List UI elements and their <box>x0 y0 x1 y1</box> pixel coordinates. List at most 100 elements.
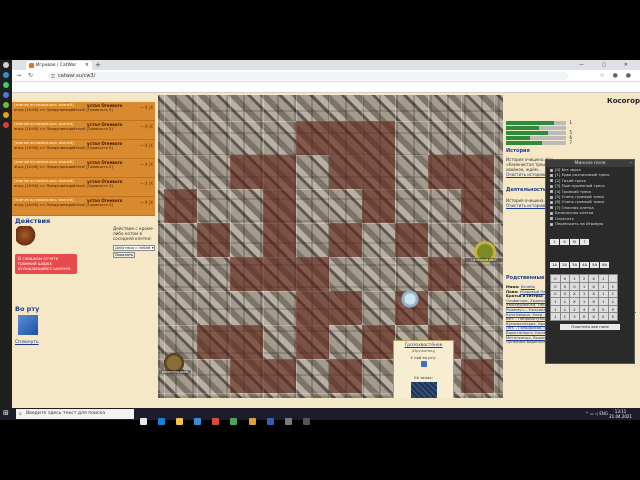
clear-activity-link[interactable]: Очистить историю <box>506 203 545 208</box>
radio-button[interactable] <box>550 190 553 194</box>
grid-cell[interactable]: 1 <box>550 312 561 322</box>
app-icon[interactable] <box>3 102 9 108</box>
field-cell[interactable] <box>263 223 296 257</box>
grid-cell[interactable]: X <box>588 304 599 314</box>
preset-button[interactable]: 1А <box>550 262 560 269</box>
field-cell[interactable] <box>230 325 263 359</box>
grid-cell[interactable]: 4 <box>578 304 590 314</box>
grid-cell[interactable]: 0 <box>559 282 571 291</box>
log-actions[interactable]: — Х |Х <box>140 181 153 186</box>
log-actions[interactable]: — Х |Х <box>140 105 153 110</box>
field-cell[interactable] <box>428 155 461 189</box>
log-actions[interactable]: — Х |Х <box>140 162 153 167</box>
grid-cell[interactable]: X <box>588 289 599 299</box>
grid-cell[interactable]: 5 <box>597 304 609 314</box>
grid-cell[interactable]: 5 <box>607 312 619 322</box>
log-actions[interactable]: — Х |Х <box>140 124 153 129</box>
field-cell[interactable] <box>428 257 461 291</box>
show-button[interactable]: Показать <box>113 252 135 258</box>
grid-cell[interactable]: X <box>588 297 599 306</box>
radio-button[interactable] <box>550 179 553 183</box>
field-cell[interactable] <box>296 257 329 291</box>
clear-field-button[interactable]: Очистить все поле <box>560 324 620 331</box>
close-tab-icon[interactable]: × <box>85 61 89 70</box>
address-input[interactable]: ⚿ catwar.su/cw3/ <box>48 72 568 80</box>
preset-button[interactable]: 4А <box>580 262 590 269</box>
app-icon[interactable] <box>3 122 9 128</box>
grid-cell[interactable]: X <box>578 312 590 322</box>
radio-button[interactable] <box>550 211 553 215</box>
grid-cell[interactable]: 1 <box>578 297 590 306</box>
clock[interactable]: 13:11 21.04.2021 <box>609 409 632 419</box>
forward-icon[interactable]: → <box>16 72 21 79</box>
app-icon[interactable] <box>212 418 220 425</box>
app-icon[interactable] <box>284 418 292 425</box>
system-tray[interactable]: ^ ▭ ◁ ENG <box>585 411 608 416</box>
window-controls[interactable]: — ▢ ✕ <box>579 60 636 70</box>
field-cell[interactable] <box>362 325 395 359</box>
mark-button[interactable]: 1 <box>550 239 559 246</box>
log-cat-name[interactable]: устал Огневого <box>87 141 122 146</box>
grid-cell[interactable]: 1 <box>578 289 590 299</box>
grid-cell[interactable]: X <box>588 282 599 291</box>
word-icon[interactable] <box>266 418 274 425</box>
game-field[interactable]: Каменная нора Облезлый лист Грозохвостён… <box>158 95 503 398</box>
log-cat-name[interactable]: устал Огневого <box>87 103 122 108</box>
log-actions[interactable]: — Х |Х <box>140 200 153 205</box>
app-icon[interactable] <box>3 92 9 98</box>
log-cat-name[interactable]: устал Огневого <box>87 122 122 127</box>
store-icon[interactable] <box>194 418 202 425</box>
browser-extension-icons[interactable]: ☆ ● ● <box>599 72 634 79</box>
field-cell[interactable] <box>296 121 329 155</box>
grid-cell[interactable]: 0 <box>550 274 561 284</box>
field-cell[interactable] <box>164 189 197 223</box>
field-cell[interactable] <box>263 359 296 393</box>
grid-cell[interactable]: 1 <box>569 274 580 284</box>
grid-cell[interactable]: 1 <box>597 297 609 306</box>
neighbor-action-select[interactable]: Действия с небей ▾ <box>113 245 155 251</box>
player-cat-icon[interactable] <box>400 289 420 309</box>
field-cell[interactable] <box>230 155 263 189</box>
radio-button[interactable] <box>550 168 553 172</box>
radio-button[interactable] <box>550 195 553 199</box>
grid-cell[interactable]: 1 <box>597 274 609 284</box>
language-indicator[interactable]: ENG <box>599 411 608 416</box>
field-cell[interactable] <box>329 155 362 189</box>
clear-history-link[interactable]: Очистить историю <box>506 172 545 177</box>
mouth-item-icon[interactable] <box>18 315 38 335</box>
app-icon[interactable] <box>302 418 310 425</box>
field-cell[interactable] <box>362 189 395 223</box>
drop-link[interactable]: Сплюнуть <box>15 340 39 345</box>
grid-cell[interactable]: 5 <box>607 304 619 314</box>
grid-cell[interactable]: 1 <box>559 312 571 322</box>
field-cell[interactable] <box>263 189 296 223</box>
log-cat-name[interactable]: устал Огневого <box>87 198 122 203</box>
field-cell[interactable] <box>329 223 362 257</box>
grid-cell[interactable]: 1 <box>578 282 590 291</box>
taskbar-search-input[interactable]: ⌕ Введите здесь текст для поиска <box>16 409 134 419</box>
preset-button[interactable]: 5А <box>590 262 600 269</box>
log-actions[interactable]: — Х |Х <box>140 143 153 148</box>
grid-cell[interactable]: 0 <box>569 282 580 291</box>
reload-icon[interactable]: ↻ <box>28 72 33 79</box>
app-icon[interactable] <box>3 62 9 68</box>
grid-cell[interactable]: 2 <box>569 304 580 314</box>
field-cell[interactable] <box>230 359 263 393</box>
field-cell[interactable] <box>296 291 329 325</box>
grid-cell[interactable] <box>607 274 619 284</box>
grid-cell[interactable]: X <box>588 274 599 284</box>
grid-cell[interactable]: 1 <box>607 289 619 299</box>
grid-cell[interactable]: 0 <box>550 289 561 299</box>
minimize-icon[interactable]: – <box>630 160 633 167</box>
log-cat-name[interactable]: устал Огневого <box>87 179 122 184</box>
app-icon[interactable] <box>3 72 9 78</box>
grid-cell[interactable]: X <box>588 312 599 322</box>
field-cell[interactable] <box>395 223 428 257</box>
app-icon[interactable] <box>248 418 256 425</box>
preset-button[interactable]: 6А <box>600 262 610 269</box>
grid-cell[interactable]: 1 <box>559 304 571 314</box>
grid-cell[interactable]: 1 <box>550 297 561 306</box>
field-cell[interactable] <box>296 325 329 359</box>
field-cell[interactable] <box>263 257 296 291</box>
field-cell[interactable] <box>461 155 494 189</box>
